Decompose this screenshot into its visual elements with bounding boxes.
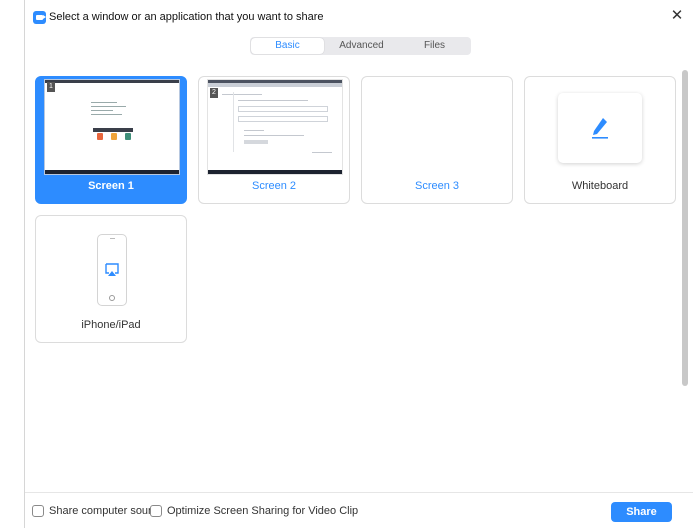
title-bar: Select a window or an application that y… [25,0,693,28]
phone-icon [97,234,127,306]
screen-1-thumbnail: 1 [44,79,180,175]
dialog-title: Select a window or an application that y… [49,11,324,23]
tile-screen-1[interactable]: 1 Screen 1 [35,76,187,204]
tile-label: Screen 3 [414,180,460,192]
screen-2-thumbnail: 2 [207,79,343,175]
optimize-video-clip-checkbox[interactable] [150,505,162,517]
footer-divider [25,492,693,493]
tile-iphone-ipad[interactable]: iPhone/iPad [35,215,187,343]
optimize-video-clip-label: Optimize Screen Sharing for Video Clip [167,505,359,517]
pencil-icon [592,118,608,139]
tab-files[interactable]: Files [398,37,471,55]
zoom-app-icon [33,11,46,24]
whiteboard-preview [558,93,642,163]
tab-advanced[interactable]: Advanced [325,37,398,55]
share-category-tabs: Basic Advanced Files [250,37,471,55]
vertical-scrollbar[interactable] [682,70,688,386]
share-screen-dialog: Select a window or an application that y… [24,0,693,528]
tile-screen-3[interactable]: Screen 3 [361,76,513,204]
tile-screen-2[interactable]: 2 Screen 2 [198,76,350,204]
tile-label: Screen 2 [251,180,297,192]
share-computer-sound-label: Share computer sound [49,505,161,517]
tab-basic[interactable]: Basic [251,38,324,54]
close-button[interactable]: ✕ [669,8,685,24]
tile-label: iPhone/iPad [81,319,141,331]
tile-label: Screen 1 [88,180,134,192]
share-button[interactable]: Share [611,502,672,522]
screen-number-badge: 1 [47,82,55,92]
tile-whiteboard[interactable]: Whiteboard [524,76,676,204]
tile-label: Whiteboard [571,180,629,192]
share-computer-sound-checkbox[interactable] [32,505,44,517]
airplay-icon [105,263,119,276]
